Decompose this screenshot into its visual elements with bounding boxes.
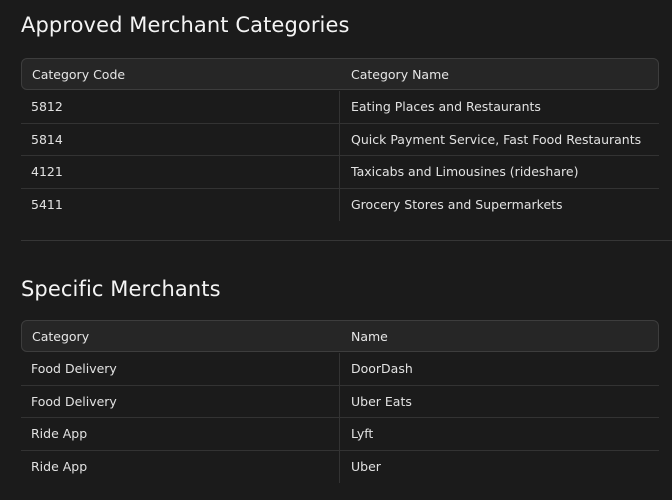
merchant-category-cell: Food Delivery — [31, 393, 117, 409]
merchant-name-cell: Uber Eats — [339, 385, 659, 417]
categories-table: Category Code Category Name 5812 Eating … — [21, 58, 659, 221]
category-code-cell: 5814 — [31, 131, 63, 147]
table-row: 5411 Grocery Stores and Supermarkets — [21, 188, 659, 221]
page: Approved Merchant Categories Category Co… — [0, 0, 672, 500]
header-category: Category — [32, 328, 90, 344]
merchant-category-cell: Ride App — [31, 426, 88, 442]
table-header: Category Name — [21, 320, 659, 352]
table-row: Ride App Lyft — [21, 418, 659, 451]
merchants-table: Category Name Food Delivery DoorDash Foo… — [21, 320, 659, 483]
category-code-cell: 4121 — [31, 164, 63, 180]
merchant-name-cell: Uber — [339, 450, 659, 483]
merchant-category-cell: Ride App — [31, 459, 88, 475]
table-row: 5814 Quick Payment Service, Fast Food Re… — [21, 123, 659, 156]
table-header: Category Code Category Name — [21, 58, 659, 90]
table-row: Food Delivery DoorDash — [21, 353, 659, 386]
table-body: 5812 Eating Places and Restaurants 5814 … — [21, 91, 659, 221]
category-code-cell: 5411 — [31, 197, 63, 213]
table-row: 4121 Taxicabs and Limousines (rideshare) — [21, 156, 659, 189]
section-title-categories: Approved Merchant Categories — [21, 13, 350, 37]
header-category-name: Category Name — [351, 66, 449, 82]
category-name-cell: Eating Places and Restaurants — [339, 91, 659, 123]
table-row: Food Delivery Uber Eats — [21, 385, 659, 418]
table-body: Food Delivery DoorDash Food Delivery Ube… — [21, 353, 659, 483]
table-row: 5812 Eating Places and Restaurants — [21, 91, 659, 124]
section-divider — [21, 240, 672, 241]
category-code-cell: 5812 — [31, 99, 63, 115]
category-name-cell: Grocery Stores and Supermarkets — [339, 188, 659, 221]
section-title-merchants: Specific Merchants — [21, 277, 221, 301]
merchant-name-cell: DoorDash — [339, 353, 659, 385]
merchant-category-cell: Food Delivery — [31, 361, 117, 377]
table-row: Ride App Uber — [21, 450, 659, 483]
merchant-name-cell: Lyft — [339, 418, 659, 450]
category-name-cell: Quick Payment Service, Fast Food Restaur… — [339, 123, 659, 155]
category-name-cell: Taxicabs and Limousines (rideshare) — [339, 156, 659, 188]
header-name: Name — [351, 328, 388, 344]
header-category-code: Category Code — [32, 66, 126, 82]
